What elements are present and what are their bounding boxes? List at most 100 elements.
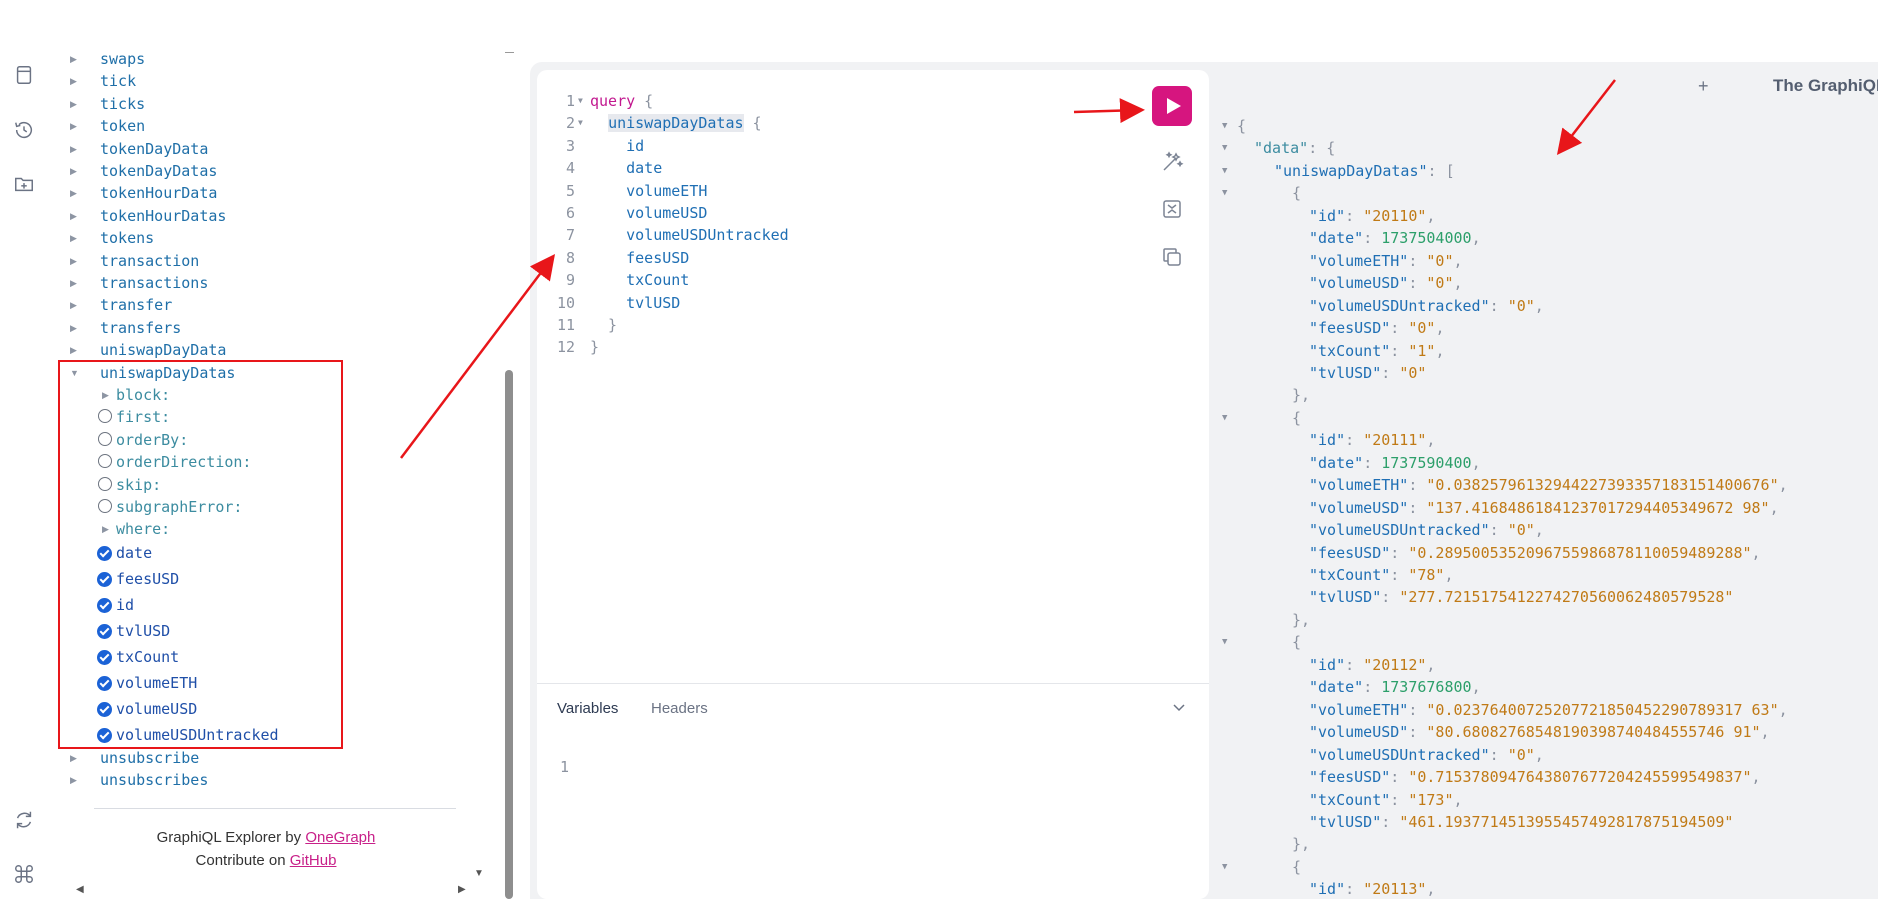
explorer-item-label: tokenHourDatas xyxy=(100,206,227,225)
chevron-right-icon[interactable]: ▶ xyxy=(70,747,80,769)
tab-headers[interactable]: Headers xyxy=(651,700,708,717)
json-token: , xyxy=(1534,296,1544,315)
result-line: "tvlUSD": "277.7215175412274270560062480… xyxy=(1309,586,1733,608)
fold-icon[interactable]: ▼ xyxy=(1222,182,1227,204)
result-line: "volumeUSDUntracked": "0", xyxy=(1309,295,1544,317)
explorer-item-label: uniswapDayData xyxy=(100,341,227,360)
json-token: : xyxy=(1390,790,1409,809)
chevron-right-icon[interactable]: ▶ xyxy=(70,48,80,70)
scroll-down-icon[interactable]: ▼ xyxy=(474,868,484,879)
result-line: { xyxy=(1292,856,1301,878)
chevron-right-icon[interactable]: ▶ xyxy=(70,250,80,272)
chevron-right-icon[interactable]: ▶ xyxy=(70,93,80,115)
result-line: "date": 1737590400, xyxy=(1309,452,1481,474)
chevron-right-icon[interactable]: ▶ xyxy=(70,205,80,227)
json-token: : xyxy=(1381,363,1400,382)
result-line: "txCount": "173", xyxy=(1309,789,1463,811)
result-line: "date": 1737504000, xyxy=(1309,227,1481,249)
merge-icon[interactable] xyxy=(1160,197,1184,221)
onegraph-link[interactable]: OneGraph xyxy=(305,829,375,846)
json-token: , xyxy=(1751,768,1761,787)
fold-icon[interactable]: ▼ xyxy=(1222,407,1227,429)
json-token: "txCount" xyxy=(1309,790,1391,809)
line-number: 8 xyxy=(565,248,575,267)
json-token: "volumeUSD" xyxy=(1309,274,1409,293)
chevron-right-icon[interactable]: ▶ xyxy=(70,115,80,137)
json-token: "0" xyxy=(1426,251,1454,270)
chevron-right-icon[interactable]: ▶ xyxy=(70,160,80,182)
fold-icon[interactable]: ▼ xyxy=(1222,856,1227,878)
add-tab-button[interactable]: + xyxy=(1698,76,1709,97)
fold-icon[interactable]: ▼ xyxy=(1222,631,1227,653)
code-line[interactable]: volumeETH xyxy=(590,180,707,202)
code-line[interactable]: } xyxy=(590,314,617,336)
refetch-icon[interactable] xyxy=(13,809,35,831)
sidebar-rail xyxy=(0,0,48,899)
line-number: 1 xyxy=(565,92,575,110)
folder-plus-icon[interactable] xyxy=(13,173,35,195)
chevron-right-icon[interactable]: ▶ xyxy=(70,769,80,791)
prettify-icon[interactable] xyxy=(1160,150,1184,174)
code-token: volumeUSD xyxy=(626,204,708,222)
json-token: "277.7215175412274270560062480579528" xyxy=(1399,588,1734,607)
json-token: "volumeUSD" xyxy=(1309,498,1409,517)
shortcut-icon[interactable] xyxy=(13,863,35,885)
json-token: : xyxy=(1363,453,1382,472)
json-token: "0.03825796132944227393357183151400676" xyxy=(1426,476,1779,495)
scroll-right-icon[interactable]: ▶ xyxy=(458,884,466,895)
code-line[interactable]: volumeUSD xyxy=(590,202,707,224)
code-line[interactable]: feesUSD xyxy=(590,247,689,269)
fold-icon[interactable]: ▼ xyxy=(1222,137,1227,159)
code-line[interactable]: date xyxy=(590,157,662,179)
result-line: "tvlUSD": "461.1937714513955457492817875… xyxy=(1309,811,1733,833)
code-line[interactable]: query { xyxy=(590,90,653,112)
chevron-right-icon[interactable]: ▶ xyxy=(70,317,80,339)
chevron-right-icon[interactable]: ▶ xyxy=(70,339,80,361)
json-token: "volumeUSDUntracked" xyxy=(1309,745,1490,764)
run-button[interactable] xyxy=(1152,86,1192,126)
json-token: "20112" xyxy=(1363,655,1427,674)
tab-variables[interactable]: Variables xyxy=(557,700,618,717)
fold-icon[interactable]: ▼ xyxy=(1222,160,1227,182)
copy-icon[interactable] xyxy=(1160,245,1184,269)
fold-icon[interactable]: ▼ xyxy=(578,112,583,134)
json-token: , xyxy=(1426,880,1436,899)
json-token: }, xyxy=(1292,610,1311,629)
chevron-right-icon[interactable]: ▶ xyxy=(70,70,80,92)
github-link[interactable]: GitHub xyxy=(290,852,337,869)
explorer-footer: GraphiQL Explorer by OneGraph Contribute… xyxy=(56,826,476,872)
result-line: "date": 1737676800, xyxy=(1309,676,1481,698)
history-icon[interactable] xyxy=(13,119,35,141)
json-token: : xyxy=(1381,812,1400,831)
chevron-right-icon[interactable]: ▶ xyxy=(70,294,80,316)
fold-icon[interactable]: ▼ xyxy=(578,90,583,112)
chevron-down-icon[interactable] xyxy=(1172,700,1186,714)
explorer-item-label: swaps xyxy=(100,50,146,68)
code-line[interactable]: volumeUSDUntracked xyxy=(590,224,789,246)
json-token: "0" xyxy=(1507,296,1535,315)
chevron-right-icon[interactable]: ▶ xyxy=(70,272,80,294)
code-line[interactable]: tvlUSD xyxy=(590,292,680,314)
json-token: : xyxy=(1408,251,1427,270)
chevron-right-icon[interactable]: ▶ xyxy=(70,182,80,204)
fold-icon[interactable]: ▼ xyxy=(1222,115,1227,137)
scroll-left-icon[interactable]: ◀ xyxy=(76,884,84,895)
chevron-right-icon[interactable]: ▶ xyxy=(70,138,80,160)
code-token: id xyxy=(626,136,645,155)
code-line[interactable]: uniswapDayDatas { xyxy=(590,112,762,134)
docs-icon[interactable] xyxy=(13,64,35,86)
code-line[interactable]: id xyxy=(590,135,644,157)
code-line[interactable]: } xyxy=(590,336,599,358)
line-number: 12 xyxy=(556,338,575,357)
code-token: volumeUSDUntracked xyxy=(626,226,789,245)
chevron-right-icon[interactable]: ▶ xyxy=(70,227,80,249)
result-line: "txCount": "78", xyxy=(1309,564,1454,586)
footer-text: GraphiQL Explorer by xyxy=(156,829,306,846)
explorer-item-label: token xyxy=(100,117,146,136)
code-token: date xyxy=(626,159,663,178)
explorer-scrollbar[interactable] xyxy=(505,370,513,899)
code-line[interactable]: txCount xyxy=(590,269,689,291)
json-token: }, xyxy=(1292,835,1311,854)
